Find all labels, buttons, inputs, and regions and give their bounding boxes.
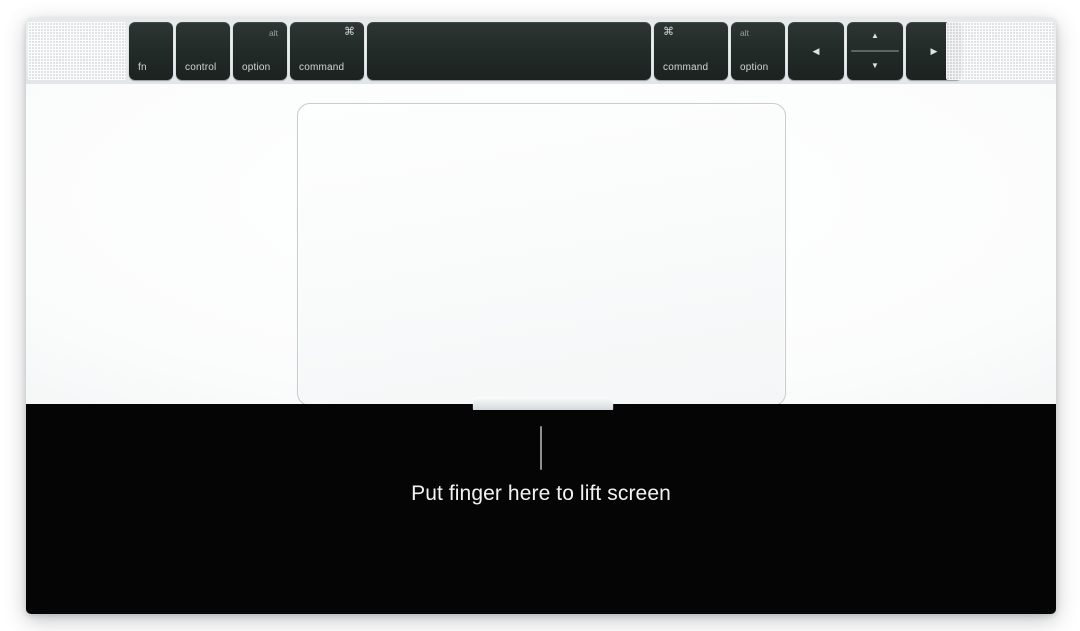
key-fn[interactable]: fn bbox=[129, 22, 173, 80]
key-control[interactable]: control bbox=[176, 22, 230, 80]
key-arrow-left[interactable]: ◀ bbox=[788, 22, 844, 80]
speaker-grille-right bbox=[946, 22, 1054, 80]
key-primary-label: command bbox=[299, 62, 345, 73]
key-primary-label: fn bbox=[138, 62, 147, 73]
triangle-down-icon: ▼ bbox=[871, 61, 879, 70]
command-symbol-icon: ⌘ bbox=[663, 26, 674, 38]
key-option-right[interactable]: alt option bbox=[731, 22, 785, 80]
key-arrow-up[interactable]: ▲ bbox=[847, 22, 903, 50]
screenshot-root: fn control alt option ⌘ command ⌘ command alt opt… bbox=[0, 0, 1080, 631]
triangle-right-icon: ▶ bbox=[930, 45, 938, 56]
bottom-key-row: fn control alt option ⌘ command ⌘ command alt opt… bbox=[129, 22, 962, 80]
key-arrow-down[interactable]: ▼ bbox=[847, 52, 903, 80]
key-command-left[interactable]: ⌘ command bbox=[290, 22, 364, 80]
triangle-left-icon: ◀ bbox=[812, 45, 820, 56]
key-primary-label: control bbox=[185, 62, 217, 73]
key-arrow-updown[interactable]: ▲ ▼ bbox=[847, 22, 903, 80]
key-option-left[interactable]: alt option bbox=[233, 22, 287, 80]
command-symbol-icon: ⌘ bbox=[344, 26, 355, 38]
front-edge-face: Put finger here to lift screen bbox=[26, 404, 1056, 614]
pointer-line-indicator bbox=[540, 426, 542, 470]
key-primary-label: option bbox=[242, 62, 271, 73]
speaker-grille-left bbox=[28, 22, 126, 80]
key-command-right[interactable]: ⌘ command bbox=[654, 22, 728, 80]
laptop-base: fn control alt option ⌘ command ⌘ command alt opt… bbox=[26, 18, 1056, 614]
key-space[interactable] bbox=[367, 22, 651, 80]
key-secondary-label: alt bbox=[269, 28, 278, 38]
palm-rest bbox=[26, 84, 1056, 406]
front-lip-notch[interactable] bbox=[473, 398, 613, 410]
lift-screen-caption: Put finger here to lift screen bbox=[411, 482, 671, 505]
trackpad[interactable] bbox=[297, 103, 786, 406]
key-secondary-label: alt bbox=[740, 28, 749, 38]
triangle-up-icon: ▲ bbox=[871, 31, 879, 40]
keyboard-strip: fn control alt option ⌘ command ⌘ command alt opt… bbox=[26, 18, 1056, 84]
key-primary-label: option bbox=[740, 62, 769, 73]
key-primary-label: command bbox=[663, 62, 709, 73]
